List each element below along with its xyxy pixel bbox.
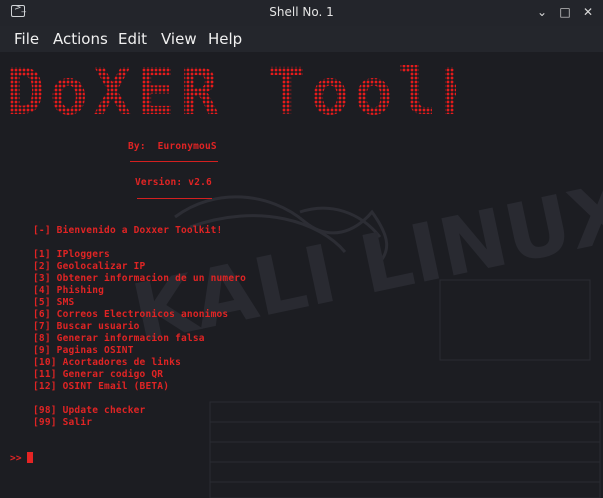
terminal-output[interactable]: KALI LINUX DoXER ToolKIT By: EuronymouS … (0, 52, 603, 498)
option-2: [2] Geolocalizar IP (33, 261, 146, 272)
option-3: [3] Obtener informacion de un numero (33, 273, 247, 284)
menu-view[interactable]: View (161, 30, 197, 48)
option-9: [9] Paginas OSINT (33, 345, 134, 356)
version-underline (137, 198, 212, 199)
svg-text:KALI LINUX: KALI LINUX (125, 164, 603, 360)
option-7: [7] Buscar usuario (33, 321, 140, 332)
option-99: [99] Salir (33, 417, 93, 428)
maximize-icon[interactable]: □ (558, 5, 572, 19)
option-8: [8] Generar informacion falsa (33, 333, 205, 344)
command-prompt: >> (10, 453, 22, 464)
option-12: [12] OSINT Email (BETA) (33, 381, 170, 392)
welcome-line: [-] Bienvenido a Doxxer Toolkit! (33, 225, 223, 236)
menu-file[interactable]: File (14, 30, 39, 48)
option-5: [5] SMS (33, 297, 75, 308)
text-cursor[interactable] (27, 452, 33, 463)
author-line: By: EuronymouS (128, 141, 217, 152)
option-11: [11] Generar codigo QR (33, 369, 164, 380)
option-4: [4] Phishing (33, 285, 105, 296)
option-98: [98] Update checker (33, 405, 146, 416)
terminal-window: >_ Shell No. 1 ⌄ □ ✕ File Actions Edit V… (0, 0, 603, 498)
option-10: [10] Acortadores de links (33, 357, 181, 368)
menu-edit[interactable]: Edit (118, 30, 147, 48)
menu-actions[interactable]: Actions (53, 30, 108, 48)
minimize-icon[interactable]: ⌄ (535, 5, 549, 19)
author-underline (130, 161, 218, 162)
menu-bar: File Actions Edit View Help (0, 26, 603, 52)
option-1: [1] IPloggers (33, 249, 110, 260)
title-bar: >_ Shell No. 1 ⌄ □ ✕ (0, 0, 603, 26)
window-title: Shell No. 1 (269, 5, 334, 19)
menu-help[interactable]: Help (208, 30, 242, 48)
close-icon[interactable]: ✕ (581, 5, 595, 19)
option-6: [6] Correos Electronicos anonimos (33, 309, 229, 320)
doxer-toolkit-banner: DoXER ToolKIT (6, 56, 572, 130)
version-line: Version: v2.6 (135, 177, 212, 188)
